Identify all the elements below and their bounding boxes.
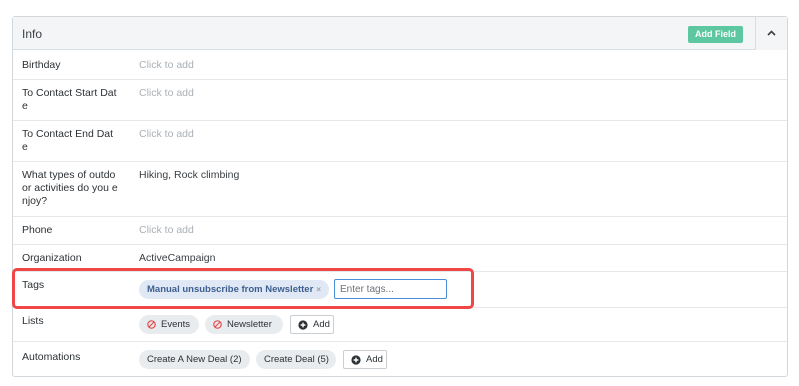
panel-header: Info Add Field (13, 17, 787, 50)
outdoor-activities-value[interactable]: Hiking, Rock climbing (139, 169, 239, 182)
field-label: Lists (22, 315, 44, 327)
plus-circle-icon (351, 355, 361, 365)
remove-tag-icon[interactable]: × (316, 280, 321, 299)
field-row-birthday: Birthday Click to add (13, 51, 787, 80)
to-contact-start-click-to-add[interactable]: Click to add (139, 87, 194, 100)
field-row-to-contact-start-date: To Contact Start Date Click to add (13, 80, 787, 121)
list-pill-events[interactable]: Events (139, 315, 199, 334)
panel-title: Info (22, 27, 43, 41)
phone-click-to-add[interactable]: Click to add (139, 224, 194, 237)
add-button-label: Add (366, 354, 383, 365)
field-label: What types of outdoor activities do you … (22, 169, 118, 207)
organization-value[interactable]: ActiveCampaign (139, 252, 215, 265)
info-panel: Info Add Field Birthday Click to add To … (12, 16, 788, 377)
field-label: Organization (22, 252, 82, 264)
tag-pill-label: Manual unsubscribe from Newsletter (147, 284, 314, 295)
list-pill-label: Newsletter (227, 319, 272, 330)
add-list-button[interactable]: Add (290, 315, 334, 334)
plus-circle-icon (298, 320, 308, 330)
add-field-button[interactable]: Add Field (688, 26, 743, 43)
field-row-organization: Organization ActiveCampaign (13, 245, 787, 272)
tags-input[interactable] (334, 279, 447, 299)
field-row-outdoor-activities: What types of outdoor activities do you … (13, 162, 787, 217)
list-pill-newsletter[interactable]: Newsletter (205, 315, 283, 334)
automation-pill-label: Create Deal (5) (264, 354, 329, 365)
unsubscribed-icon (147, 320, 156, 329)
field-label: Birthday (22, 59, 61, 71)
birthday-click-to-add[interactable]: Click to add (139, 59, 194, 72)
field-row-lists: Lists Events Newsletter Add (13, 308, 787, 342)
automation-pill[interactable]: Create A New Deal (2) (139, 350, 250, 369)
field-label: Automations (22, 351, 81, 363)
add-automation-button[interactable]: Add (343, 350, 387, 369)
field-label: Tags (22, 279, 45, 291)
field-label: Phone (22, 224, 53, 236)
chevron-up-icon (767, 30, 776, 36)
automation-pill[interactable]: Create Deal (5) (256, 350, 336, 369)
field-label: To Contact Start Date (22, 87, 117, 112)
field-row-automations: Automations Create A New Deal (2) Create… (13, 342, 787, 377)
collapse-button[interactable] (755, 17, 787, 50)
field-label: To Contact End Date (22, 128, 114, 153)
unsubscribed-icon (213, 320, 222, 329)
automation-pill-label: Create A New Deal (2) (147, 354, 242, 365)
to-contact-end-click-to-add[interactable]: Click to add (139, 128, 194, 141)
field-row-phone: Phone Click to add (13, 217, 787, 245)
field-row-tags: Tags Manual unsubscribe from Newsletter … (13, 272, 787, 308)
field-row-to-contact-end-date: To Contact End Date Click to add (13, 121, 787, 162)
add-button-label: Add (313, 319, 330, 330)
tag-pill: Manual unsubscribe from Newsletter × (139, 280, 329, 299)
list-pill-label: Events (161, 319, 191, 330)
